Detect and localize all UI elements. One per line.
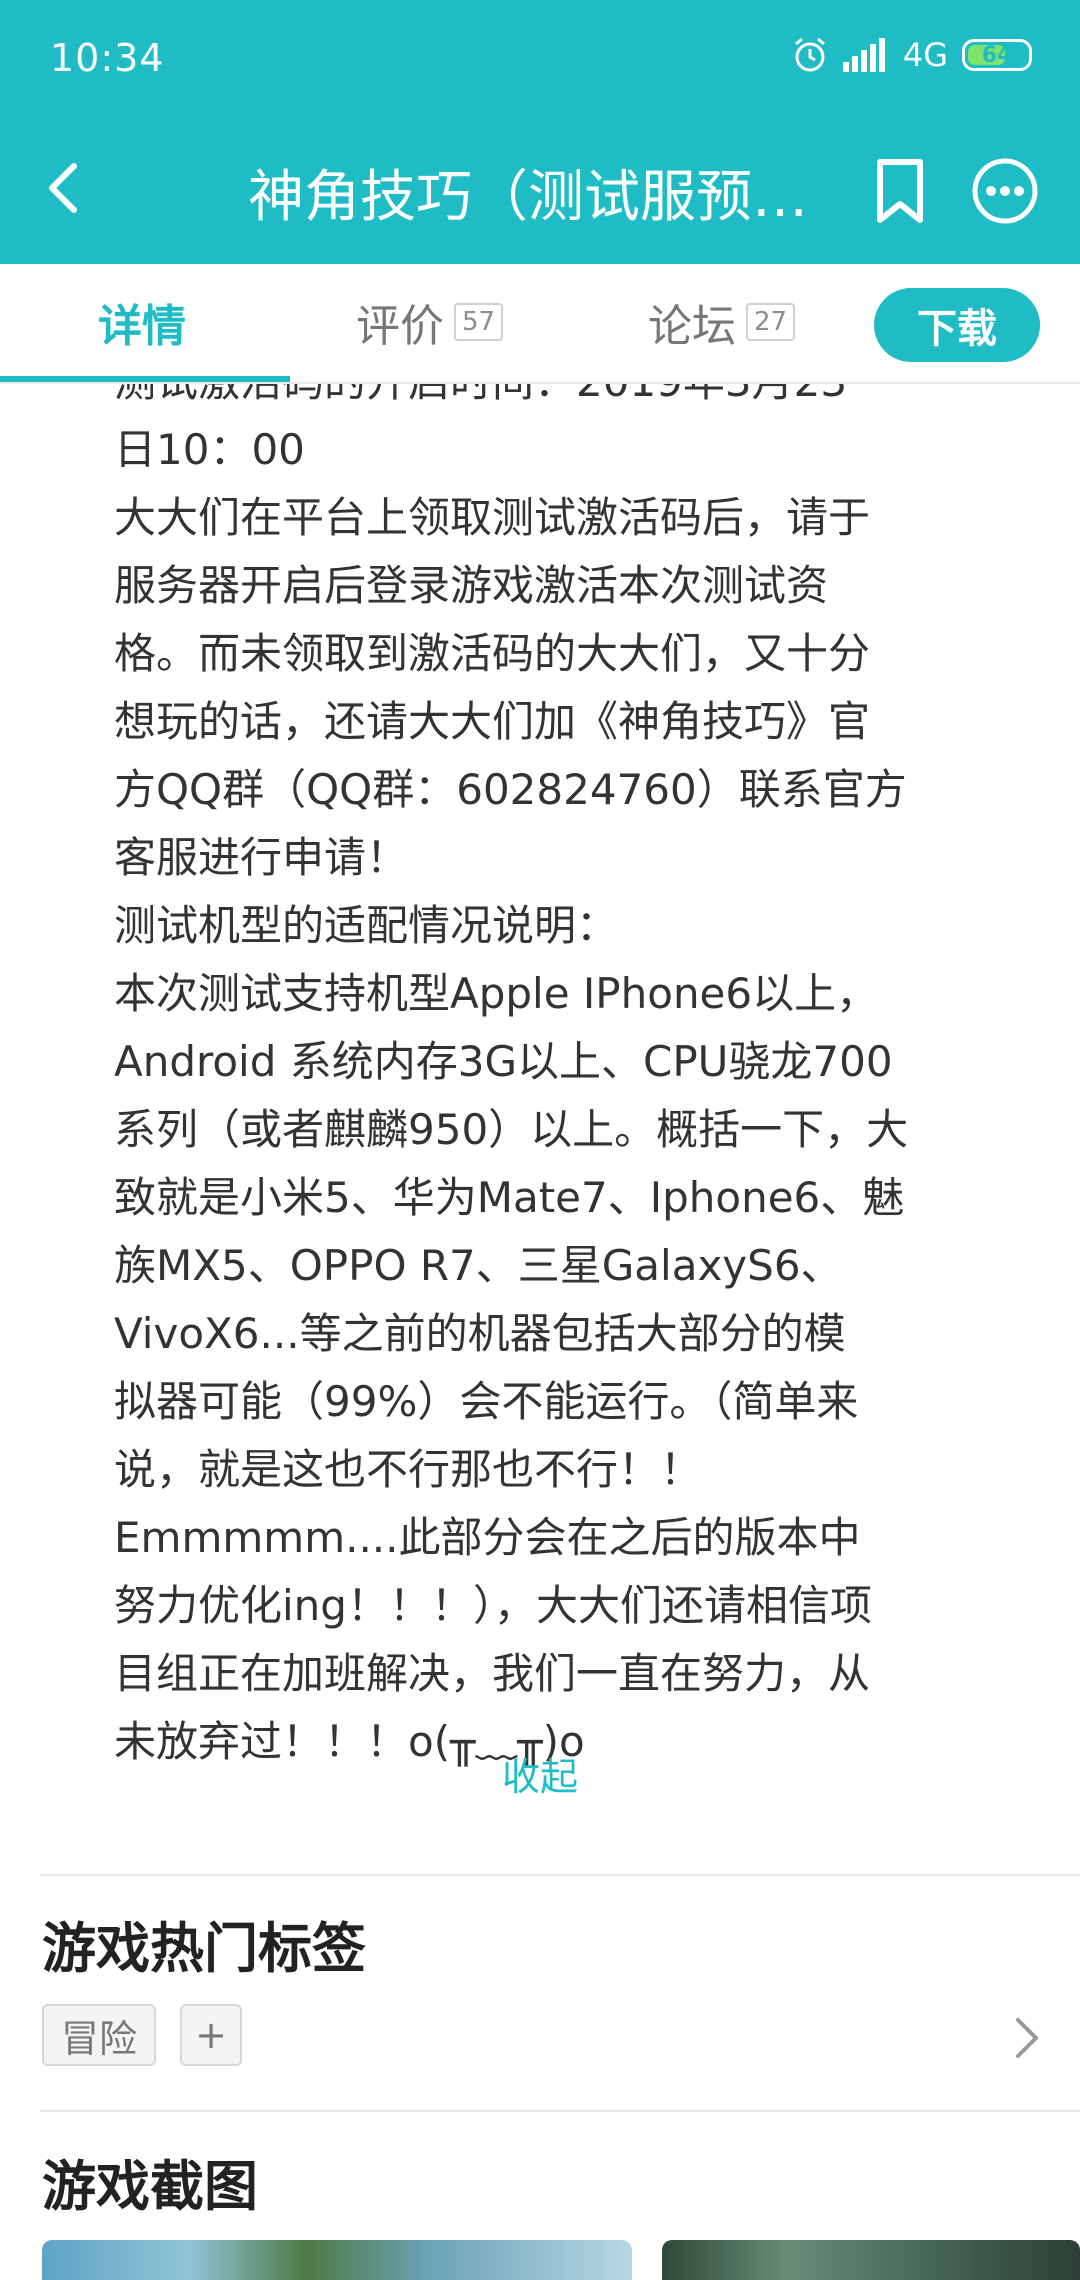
collapse-link[interactable]: 收起 (0, 1746, 1080, 1801)
battery-level: 64 (981, 42, 1013, 68)
status-time: 10:34 (50, 36, 165, 80)
description-line: Android 系统内存3G以上、CPU骁龙700 (114, 1037, 893, 1086)
description-text: 测试激活码的开启时间：2019年3月23 日10：00 大大们在平台上领取测试激… (114, 384, 984, 1776)
description-line: 测试激活码的开启时间：2019年3月23 (114, 384, 984, 416)
description-line: 方QQ群（QQ群：602824760）联系官方 (114, 765, 907, 814)
description-line: 大大们在平台上领取测试激活码后，请于 (114, 493, 871, 542)
section-divider (40, 1874, 1080, 1876)
tab-bar: 详情 评价 57 论坛 27 下载 (0, 264, 1080, 384)
description-line: 努力优化ing！！！），大大们还请相信项 (114, 1581, 872, 1630)
network-type: 4G (902, 36, 948, 74)
description-line: 系列（或者麒麟950）以上。概括一下，大 (114, 1105, 909, 1154)
description-line: 说，就是这也不行那也不行！！ (114, 1445, 703, 1494)
screenshot-thumbnail[interactable] (42, 2240, 632, 2280)
reviews-count-badge: 57 (454, 303, 504, 341)
description-line: 格。而未领取到激活码的大大们，又十分 (114, 629, 871, 678)
description-line: 本次测试支持机型Apple IPhone6以上， (114, 969, 879, 1018)
description-line: 日10：00 (114, 425, 305, 474)
page-title: 神角技巧（测试服预… (248, 165, 808, 230)
description-section: 测试激活码的开启时间：2019年3月23 日10：00 大大们在平台上领取测试激… (0, 384, 1080, 1844)
back-arrow-icon[interactable] (42, 158, 86, 218)
description-line: 测试机型的适配情况说明： (114, 901, 619, 950)
download-button[interactable]: 下载 (874, 288, 1040, 362)
tags-section-title: 游戏热门标签 (42, 1917, 366, 1980)
more-options-icon[interactable] (970, 156, 1040, 226)
tab-details[interactable]: 详情 (98, 290, 186, 354)
forum-count-badge: 27 (746, 303, 796, 341)
tab-details-label: 详情 (98, 301, 186, 352)
active-tab-indicator (0, 376, 290, 382)
description-line: Emmmmm....此部分会在之后的版本中 (114, 1513, 861, 1562)
description-line: 客服进行申请！ (114, 833, 409, 882)
description-line: 想玩的话，还请大大们加《神角技巧》官 (114, 697, 871, 746)
description-line: 族MX5、OPPO R7、三星GalaxyS6、 (114, 1241, 843, 1290)
bookmark-icon[interactable] (870, 156, 930, 226)
status-icons: 4G 64 (791, 36, 1032, 74)
description-line: VivoX6...等之前的机器包括大部分的模 (114, 1309, 846, 1358)
battery-icon: 64 (962, 39, 1032, 71)
tag-adventure[interactable]: 冒险 (42, 2004, 156, 2066)
tab-forum[interactable]: 论坛 27 (648, 290, 796, 354)
screenshot-thumbnail[interactable] (662, 2240, 1080, 2280)
nav-bar: 神角技巧（测试服预… (0, 116, 1080, 264)
section-divider (40, 2110, 1080, 2112)
signal-icon (842, 38, 885, 72)
tab-reviews-label: 评价 (356, 301, 444, 352)
status-bar: 10:34 4G 64 (0, 0, 1080, 116)
add-tag-button[interactable]: + (180, 2004, 242, 2066)
screenshots-section-title: 游戏截图 (42, 2155, 258, 2218)
description-line: 拟器可能（99%）会不能运行。（简单来 (114, 1377, 859, 1426)
description-line: 服务器开启后登录游戏激活本次测试资 (114, 561, 829, 610)
tab-reviews[interactable]: 评价 57 (356, 290, 504, 354)
description-line: 致就是小米5、华为Mate7、Iphone6、魅 (114, 1173, 905, 1222)
description-line: 目组正在加班解决，我们一直在努力，从 (114, 1649, 871, 1698)
chevron-right-icon[interactable] (1012, 2016, 1042, 2060)
alarm-icon (794, 37, 825, 72)
tab-forum-label: 论坛 (648, 301, 736, 352)
app-header: 10:34 4G 64 神角技巧（测试服预… (0, 0, 1080, 264)
